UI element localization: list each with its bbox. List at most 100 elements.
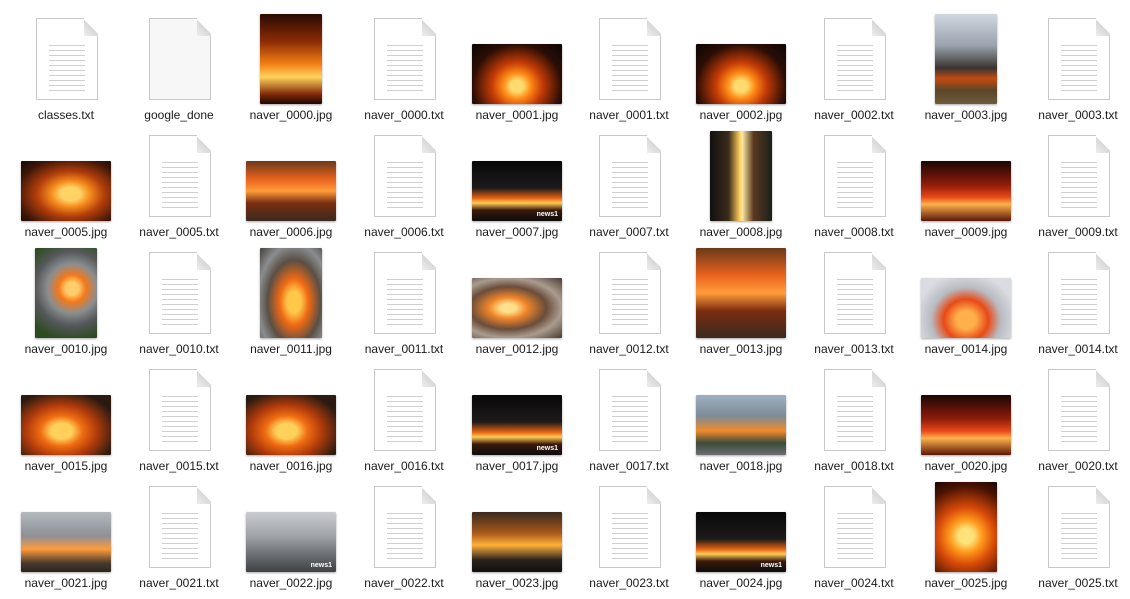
text-document-icon [599,18,661,100]
image-file-item[interactable]: naver_0016.jpg [235,365,347,482]
image-thumbnail [935,482,997,572]
file-name-label: naver_0001.jpg [475,108,559,122]
file-name-label: naver_0013.txt [814,342,894,356]
image-file-item[interactable]: news1 naver_0017.jpg [461,365,573,482]
file-thumbnail [685,248,797,340]
image-file-item[interactable]: naver_0015.jpg [10,365,122,482]
image-thumbnail [260,14,322,104]
image-file-item[interactable]: news1 naver_0007.jpg [461,131,573,248]
file-thumbnail [348,365,460,457]
file-thumbnail [10,248,122,340]
file-name-label: naver_0007.txt [589,225,669,239]
text-file-item[interactable]: naver_0008.txt [798,131,910,248]
file-thumbnail [461,248,573,340]
text-file-item[interactable]: naver_0021.txt [123,482,235,599]
image-file-item[interactable]: news1 naver_0024.jpg [685,482,797,599]
text-file-item[interactable]: naver_0024.txt [798,482,910,599]
text-file-item[interactable]: naver_0022.txt [348,482,460,599]
image-file-item[interactable]: naver_0000.jpg [235,14,347,131]
image-file-item[interactable]: naver_0013.jpg [685,248,797,365]
file-thumbnail [573,131,685,223]
file-name-label: naver_0009.jpg [924,225,1008,239]
text-document-icon [824,135,886,217]
file-name-label: naver_0015.txt [139,459,219,473]
image-file-item[interactable]: naver_0018.jpg [685,365,797,482]
file-thumbnail [1022,482,1130,574]
text-file-item[interactable]: naver_0009.txt [1022,131,1130,248]
watermark-logo: news1 [760,562,782,569]
image-thumbnail: news1 [696,512,786,572]
text-file-item[interactable]: naver_0012.txt [573,248,685,365]
text-file-item[interactable]: naver_0017.txt [573,365,685,482]
text-file-item[interactable]: naver_0016.txt [348,365,460,482]
file-name-label: naver_0023.jpg [475,576,559,590]
image-file-item[interactable]: naver_0008.jpg [685,131,797,248]
file-name-label: naver_0025.txt [1038,576,1118,590]
image-thumbnail [260,248,322,338]
file-thumbnail [910,482,1022,574]
file-thumbnail [123,365,235,457]
text-document-icon [374,369,436,451]
file-thumbnail [573,14,685,106]
image-file-item[interactable]: naver_0001.jpg [461,14,573,131]
text-file-item[interactable]: naver_0025.txt [1022,482,1130,599]
image-file-item[interactable]: naver_0003.jpg [910,14,1022,131]
image-thumbnail [710,131,772,221]
image-file-item[interactable]: naver_0021.jpg [10,482,122,599]
image-file-item[interactable]: naver_0011.jpg [235,248,347,365]
image-file-item[interactable]: naver_0025.jpg [910,482,1022,599]
image-file-item[interactable]: naver_0010.jpg [10,248,122,365]
image-thumbnail [472,512,562,572]
text-file-item[interactable]: naver_0023.txt [573,482,685,599]
text-file-item[interactable]: naver_0011.txt [348,248,460,365]
watermark-logo: news1 [536,211,558,218]
file-thumbnail [235,131,347,223]
image-thumbnail [696,44,786,104]
image-file-item[interactable]: news1 naver_0022.jpg [235,482,347,599]
file-thumbnail [10,365,122,457]
text-file-item[interactable]: naver_0000.txt [348,14,460,131]
text-file-item[interactable]: naver_0014.txt [1022,248,1130,365]
image-thumbnail [21,512,111,572]
file-name-label: google_done [144,108,214,122]
text-file-item[interactable]: naver_0015.txt [123,365,235,482]
text-file-item[interactable]: naver_0013.txt [798,248,910,365]
image-thumbnail [696,395,786,455]
file-thumbnail [685,131,797,223]
text-document-icon [1048,369,1110,451]
image-file-item[interactable]: naver_0023.jpg [461,482,573,599]
image-file-item[interactable]: naver_0009.jpg [910,131,1022,248]
text-file-item[interactable]: naver_0001.txt [573,14,685,131]
text-file-item[interactable]: google_done [123,14,235,131]
text-file-item[interactable]: naver_0018.txt [798,365,910,482]
image-thumbnail: news1 [472,395,562,455]
image-file-item[interactable]: naver_0012.jpg [461,248,573,365]
text-file-item[interactable]: naver_0010.txt [123,248,235,365]
text-document-icon [1048,135,1110,217]
file-name-label: naver_0012.jpg [475,342,559,356]
image-thumbnail [246,161,336,221]
file-name-label: naver_0003.txt [1038,108,1118,122]
file-name-label: naver_0000.jpg [249,108,333,122]
image-file-item[interactable]: naver_0014.jpg [910,248,1022,365]
image-file-item[interactable]: naver_0020.jpg [910,365,1022,482]
text-file-item[interactable]: classes.txt [10,14,122,131]
image-file-item[interactable]: naver_0005.jpg [10,131,122,248]
text-document-icon [1048,486,1110,568]
image-thumbnail: news1 [246,512,336,572]
image-file-item[interactable]: naver_0002.jpg [685,14,797,131]
file-name-label: classes.txt [37,108,94,122]
file-name-label: naver_0006.jpg [249,225,333,239]
file-name-label: naver_0010.txt [139,342,219,356]
text-file-item[interactable]: naver_0006.txt [348,131,460,248]
text-document-icon [599,369,661,451]
text-file-item[interactable]: naver_0005.txt [123,131,235,248]
file-thumbnail [123,14,235,106]
text-file-item[interactable]: naver_0020.txt [1022,365,1130,482]
file-name-label: naver_0014.jpg [924,342,1008,356]
image-file-item[interactable]: naver_0006.jpg [235,131,347,248]
text-file-item[interactable]: naver_0007.txt [573,131,685,248]
text-file-item[interactable]: naver_0002.txt [798,14,910,131]
file-thumbnail [348,482,460,574]
text-file-item[interactable]: naver_0003.txt [1022,14,1130,131]
